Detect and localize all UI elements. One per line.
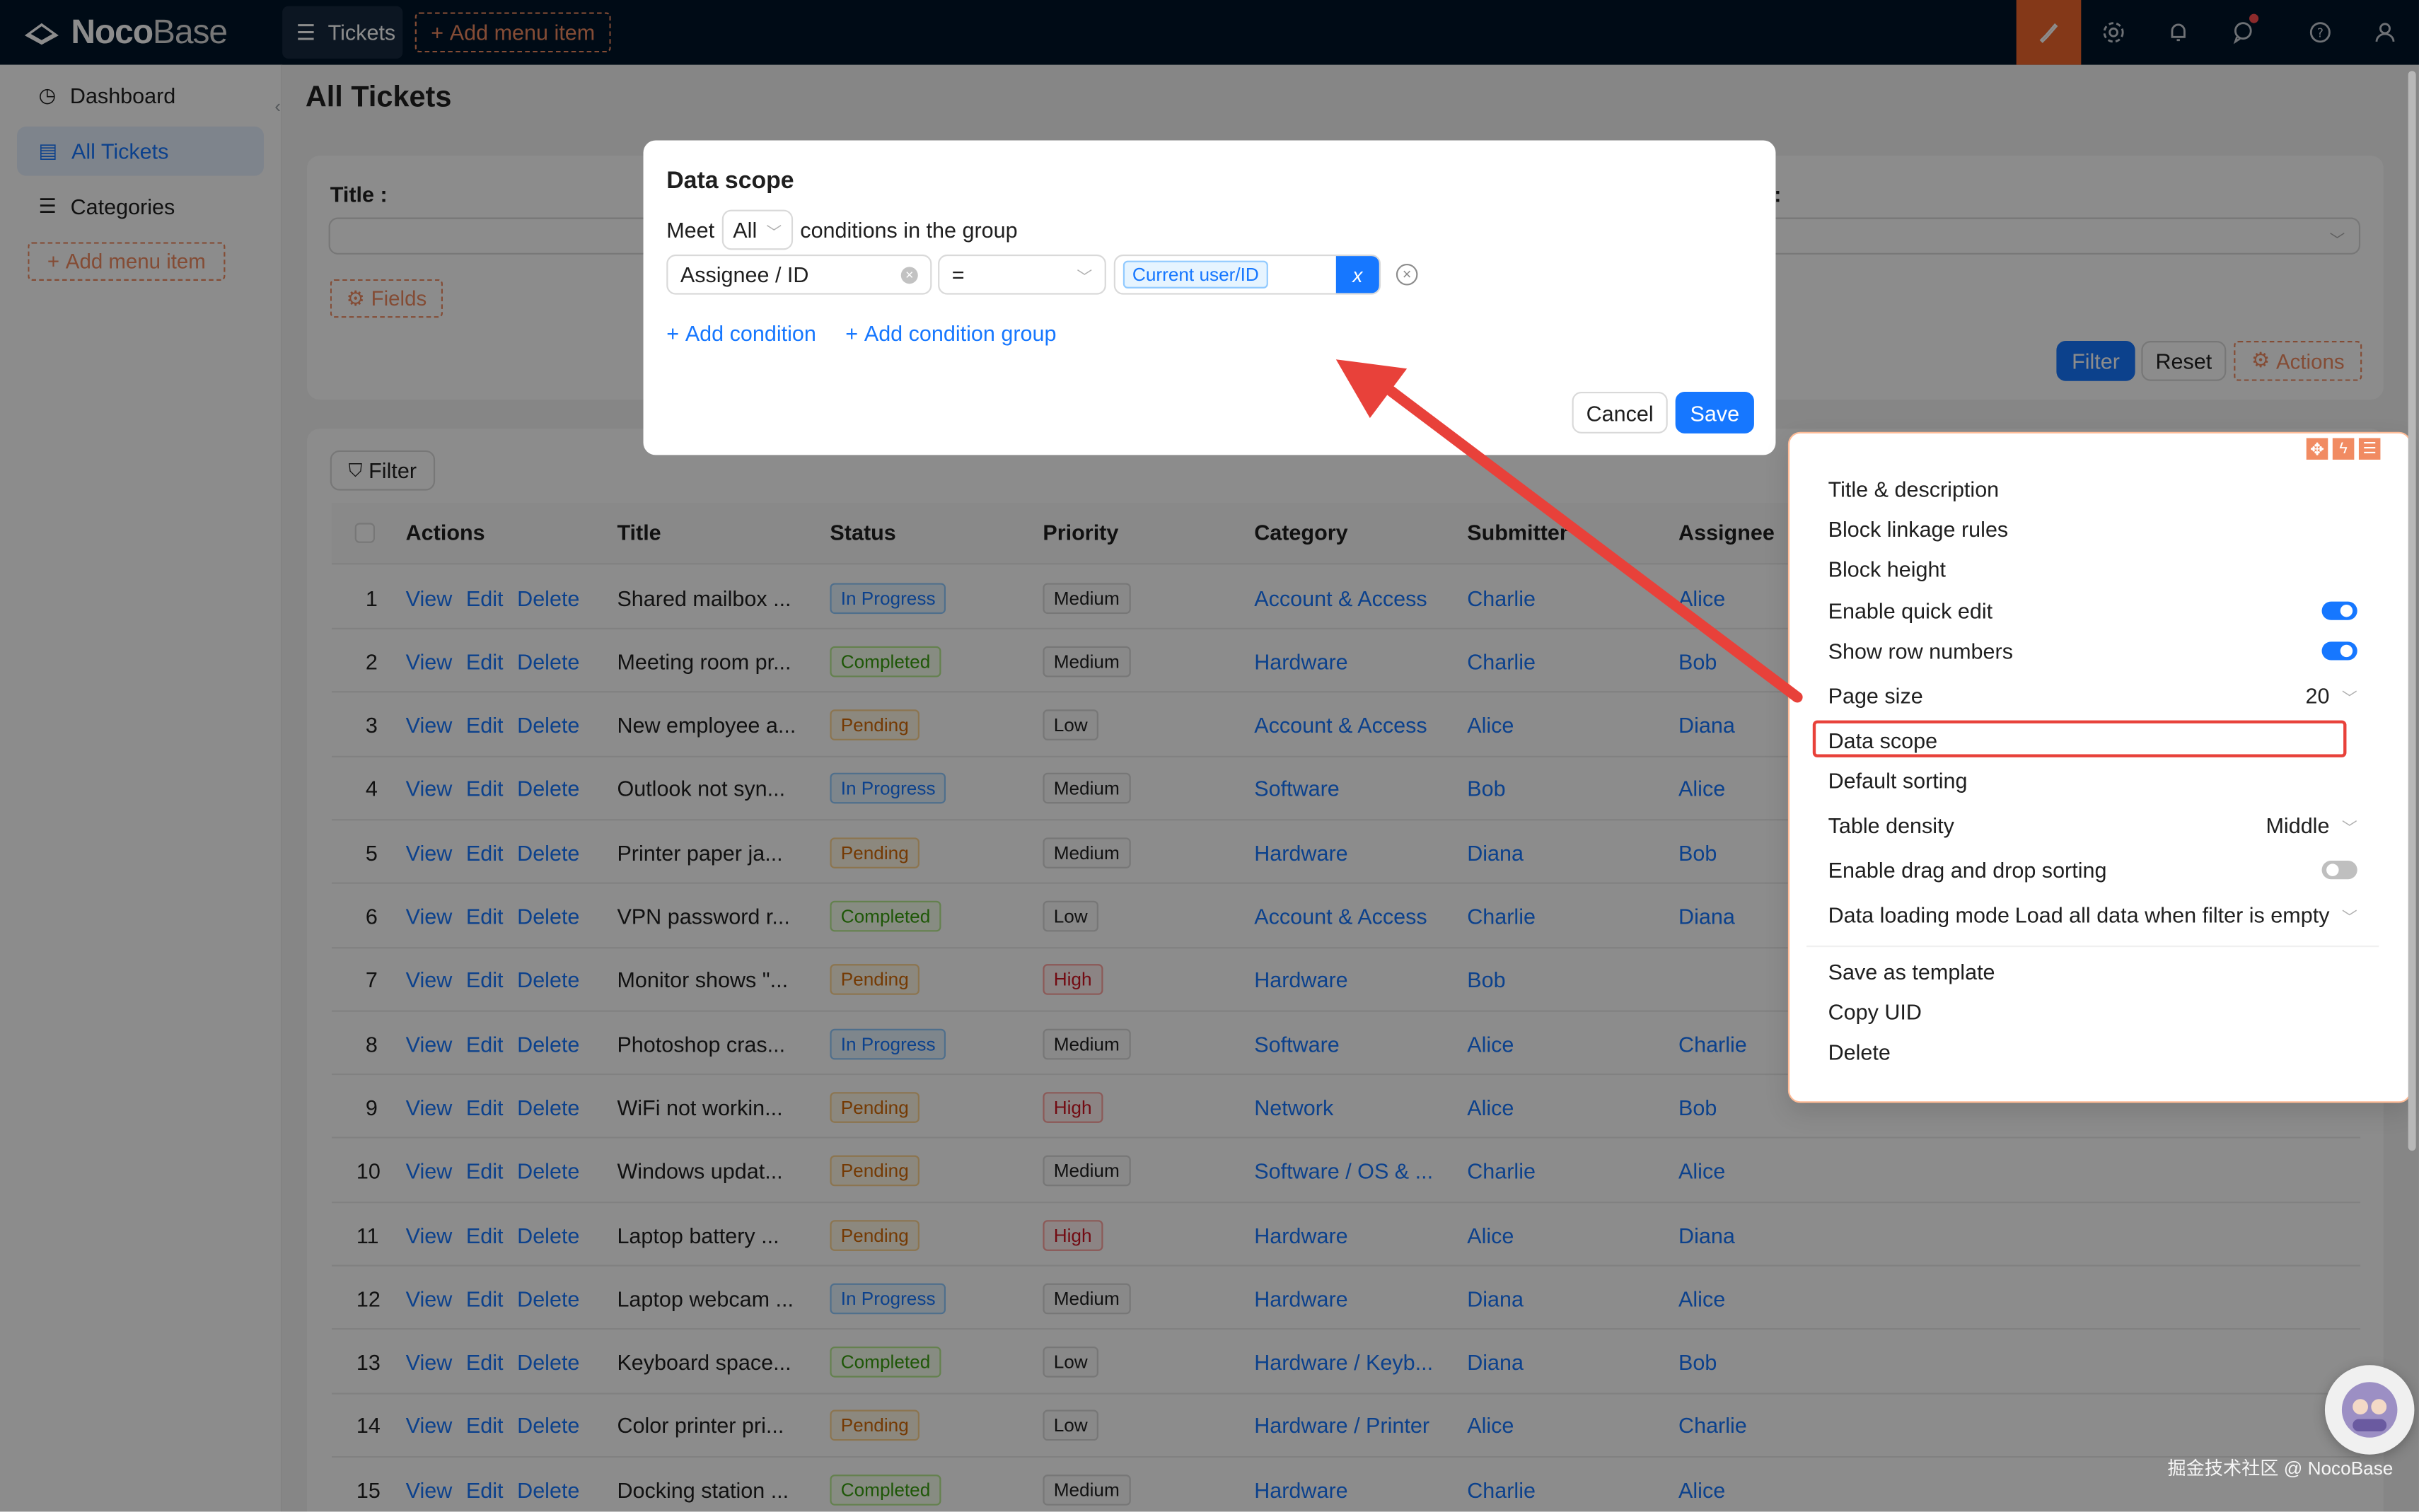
annotation-arrow-icon (1335, 359, 1803, 703)
page-scrollbar-thumb[interactable] (2408, 71, 2416, 1151)
watermark: 掘金技术社区 @ NocoBase (2167, 1458, 2394, 1479)
floating-assistant-avatar[interactable] (2324, 1365, 2415, 1455)
assistant-avatar-icon (2341, 1382, 2398, 1438)
